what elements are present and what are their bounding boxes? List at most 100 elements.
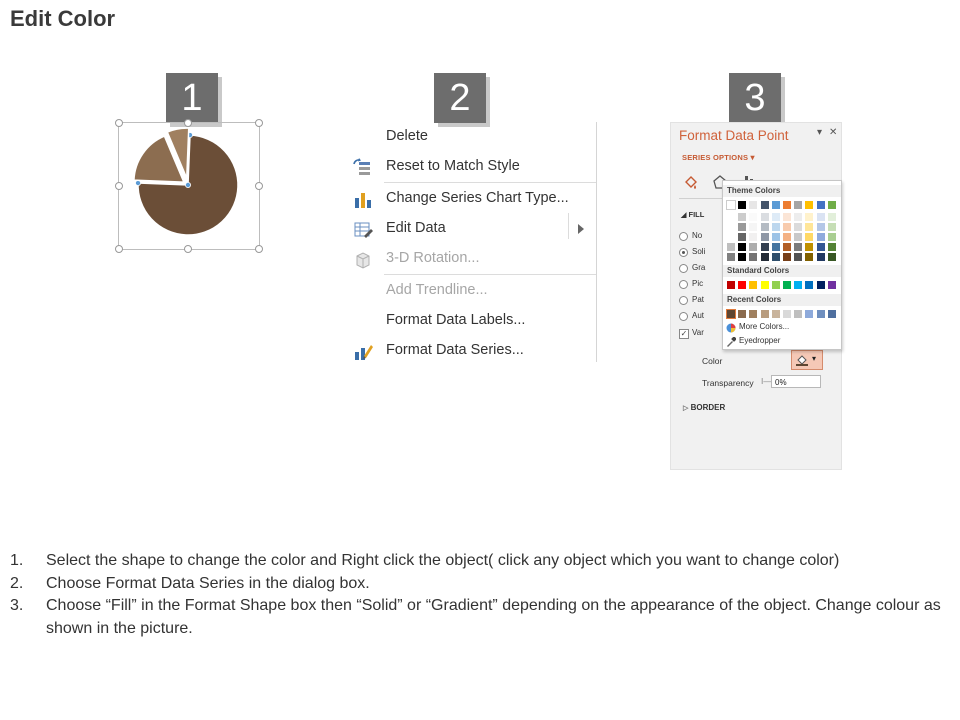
menu-item-edit-data[interactable]: Edit Data	[348, 216, 596, 242]
theme-color-swatch[interactable]	[760, 253, 769, 261]
theme-color-swatch[interactable]	[727, 233, 735, 241]
standard-color-swatch[interactable]	[827, 281, 836, 289]
recent-color-swatch[interactable]	[738, 310, 747, 318]
menu-item-change-chart-type[interactable]: Change Series Chart Type...	[348, 186, 596, 212]
menu-item-add-trendline[interactable]: Add Trendline...	[348, 278, 596, 304]
close-icon[interactable]: ✕	[829, 127, 837, 138]
radio-button[interactable]	[679, 248, 688, 257]
menu-item-3d-rotation[interactable]: 3-D Rotation...	[348, 246, 596, 272]
recent-color-swatch[interactable]	[760, 310, 769, 318]
eyedropper-item[interactable]: Eyedropper	[723, 335, 841, 348]
theme-color-swatch[interactable]	[827, 243, 836, 251]
theme-color-swatch[interactable]	[760, 201, 769, 209]
radio-button[interactable]	[679, 232, 688, 241]
theme-color-swatch[interactable]	[771, 201, 780, 209]
theme-color-swatch[interactable]	[827, 201, 836, 209]
theme-color-swatch[interactable]	[783, 253, 791, 261]
theme-color-swatch[interactable]	[738, 253, 747, 261]
standard-color-swatch[interactable]	[783, 281, 791, 289]
theme-color-swatch[interactable]	[794, 213, 803, 221]
theme-color-swatch[interactable]	[783, 213, 791, 221]
theme-color-swatch[interactable]	[727, 223, 735, 231]
standard-color-swatch[interactable]	[727, 281, 735, 289]
recent-color-swatch[interactable]	[749, 310, 758, 318]
fill-line-tab-icon[interactable]	[682, 173, 700, 191]
checkbox[interactable]: ✓	[679, 329, 689, 339]
theme-color-swatch[interactable]	[749, 201, 758, 209]
theme-color-swatch[interactable]	[738, 201, 747, 209]
theme-color-swatch[interactable]	[771, 233, 780, 241]
theme-color-swatch[interactable]	[749, 243, 758, 251]
standard-color-swatch[interactable]	[738, 281, 747, 289]
theme-color-swatch[interactable]	[827, 223, 836, 231]
recent-color-swatch[interactable]	[726, 309, 736, 319]
theme-color-swatch[interactable]	[749, 253, 758, 261]
theme-color-swatch[interactable]	[749, 213, 758, 221]
fill-color-button[interactable]: ▾	[791, 350, 823, 370]
theme-color-swatch[interactable]	[816, 253, 825, 261]
theme-color-swatch[interactable]	[816, 233, 825, 241]
theme-color-swatch[interactable]	[816, 213, 825, 221]
recent-color-swatch[interactable]	[816, 310, 825, 318]
theme-color-swatch[interactable]	[771, 223, 780, 231]
theme-color-swatch[interactable]	[805, 253, 814, 261]
theme-color-swatch[interactable]	[783, 243, 791, 251]
theme-color-swatch[interactable]	[816, 223, 825, 231]
standard-color-swatch[interactable]	[816, 281, 825, 289]
more-colors-item[interactable]: More Colors...	[723, 321, 841, 334]
theme-color-swatch[interactable]	[794, 223, 803, 231]
theme-color-swatch[interactable]	[816, 201, 825, 209]
menu-item-format-data-series[interactable]: Format Data Series...	[348, 338, 596, 364]
theme-color-swatch[interactable]	[771, 253, 780, 261]
recent-color-swatch[interactable]	[805, 310, 814, 318]
theme-color-swatch[interactable]	[727, 253, 735, 261]
theme-color-swatch[interactable]	[738, 213, 747, 221]
radio-button[interactable]	[679, 264, 688, 273]
recent-color-swatch[interactable]	[827, 310, 836, 318]
theme-color-swatch[interactable]	[749, 223, 758, 231]
theme-color-swatch[interactable]	[805, 243, 814, 251]
theme-color-swatch[interactable]	[738, 243, 747, 251]
theme-color-swatch[interactable]	[827, 233, 836, 241]
standard-color-swatch[interactable]	[760, 281, 769, 289]
theme-color-swatch[interactable]	[805, 201, 814, 209]
recent-color-swatch[interactable]	[794, 310, 803, 318]
border-section-header[interactable]: ▷ BORDER	[683, 403, 725, 412]
radio-button[interactable]	[679, 296, 688, 305]
standard-color-swatch[interactable]	[794, 281, 803, 289]
theme-color-swatch[interactable]	[760, 233, 769, 241]
theme-color-swatch[interactable]	[805, 233, 814, 241]
theme-color-swatch[interactable]	[760, 213, 769, 221]
theme-color-swatch[interactable]	[827, 213, 836, 221]
theme-color-swatch[interactable]	[783, 223, 791, 231]
theme-color-swatch[interactable]	[794, 233, 803, 241]
theme-color-swatch[interactable]	[760, 223, 769, 231]
standard-color-swatch[interactable]	[771, 281, 780, 289]
transparency-input[interactable]: 0%	[771, 375, 821, 388]
theme-color-swatch[interactable]	[726, 200, 736, 210]
theme-color-swatch[interactable]	[805, 213, 814, 221]
fill-section-header[interactable]: ◢ FILL	[681, 210, 704, 219]
series-options-dropdown[interactable]: SERIES OPTIONS ▾	[682, 153, 755, 162]
standard-color-swatch[interactable]	[749, 281, 758, 289]
theme-color-swatch[interactable]	[771, 213, 780, 221]
recent-color-swatch[interactable]	[783, 310, 791, 318]
theme-color-swatch[interactable]	[827, 253, 836, 261]
theme-color-swatch[interactable]	[738, 233, 747, 241]
theme-color-swatch[interactable]	[727, 243, 735, 251]
theme-color-swatch[interactable]	[783, 201, 791, 209]
theme-color-swatch[interactable]	[794, 253, 803, 261]
theme-color-swatch[interactable]	[816, 243, 825, 251]
recent-color-swatch[interactable]	[771, 310, 780, 318]
theme-color-swatch[interactable]	[794, 243, 803, 251]
slice-selection-handle[interactable]	[185, 182, 192, 189]
slice-selection-handle[interactable]	[135, 180, 142, 187]
theme-color-swatch[interactable]	[805, 223, 814, 231]
radio-button[interactable]	[679, 312, 688, 321]
menu-item-delete[interactable]: Delete	[348, 124, 596, 150]
theme-color-swatch[interactable]	[771, 243, 780, 251]
pie-chart[interactable]	[118, 122, 258, 248]
theme-color-swatch[interactable]	[794, 201, 803, 209]
menu-item-format-data-labels[interactable]: Format Data Labels...	[348, 308, 596, 334]
standard-color-swatch[interactable]	[805, 281, 814, 289]
